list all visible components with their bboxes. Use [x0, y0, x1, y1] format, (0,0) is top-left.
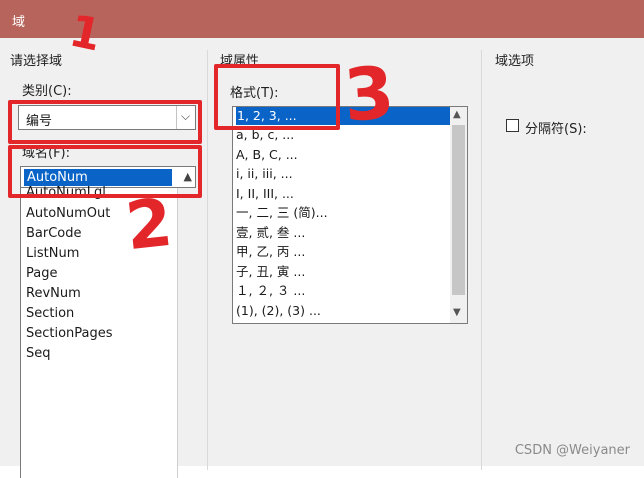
separator-checkbox[interactable]: [506, 119, 519, 132]
list-item[interactable]: SectionPages: [26, 326, 113, 341]
list-item[interactable]: BarCode: [26, 226, 82, 241]
format-item[interactable]: (1), (2), (3) ...: [236, 302, 321, 320]
separator-label: 分隔符(S):: [525, 122, 587, 137]
format-item[interactable]: i, ii, iii, ...: [236, 165, 293, 183]
annotation-box-fieldname: [8, 145, 202, 198]
field-options-group-title: 域选项: [495, 54, 535, 69]
category-label: 类别(C):: [22, 84, 72, 99]
scroll-down-icon[interactable]: ▼: [453, 307, 461, 318]
format-scrollbar[interactable]: ▲ ▼: [450, 107, 467, 323]
annotation-number-3: 3: [341, 50, 397, 138]
list-item[interactable]: AutoNumOut: [26, 206, 110, 221]
watermark: CSDN @Weiyaner: [514, 443, 630, 458]
list-item[interactable]: Seq: [26, 346, 51, 361]
choose-field-group-title: 请选择域: [10, 54, 63, 69]
list-item[interactable]: Section: [26, 306, 74, 321]
annotation-box-category: [8, 100, 202, 144]
format-list[interactable]: 1, 2, 3, ... a, b, c, ... A, B, C, ... i…: [232, 106, 468, 324]
annotation-box-format: [214, 64, 340, 130]
format-item[interactable]: 一, 二, 三 (简)...: [236, 204, 328, 222]
format-item[interactable]: 子, 丑, 寅 ...: [236, 263, 305, 281]
format-item[interactable]: １, ２, ３ ...: [236, 282, 305, 300]
panel-divider: [481, 50, 482, 470]
list-item[interactable]: Page: [26, 266, 57, 281]
format-item[interactable]: I, II, III, ...: [236, 185, 294, 203]
annotation-number-2: 2: [122, 183, 176, 266]
list-item[interactable]: ListNum: [26, 246, 79, 261]
scroll-up-icon[interactable]: ▲: [453, 109, 461, 120]
window-title: 域: [12, 15, 26, 30]
list-item[interactable]: RevNum: [26, 286, 81, 301]
format-item[interactable]: 壹, 贰, 叁 ...: [236, 224, 305, 242]
format-item[interactable]: A, B, C, ...: [236, 146, 298, 164]
panel-divider: [207, 50, 208, 470]
scroll-thumb[interactable]: [452, 125, 465, 295]
format-item[interactable]: 甲, 乙, 丙 ...: [236, 243, 305, 261]
